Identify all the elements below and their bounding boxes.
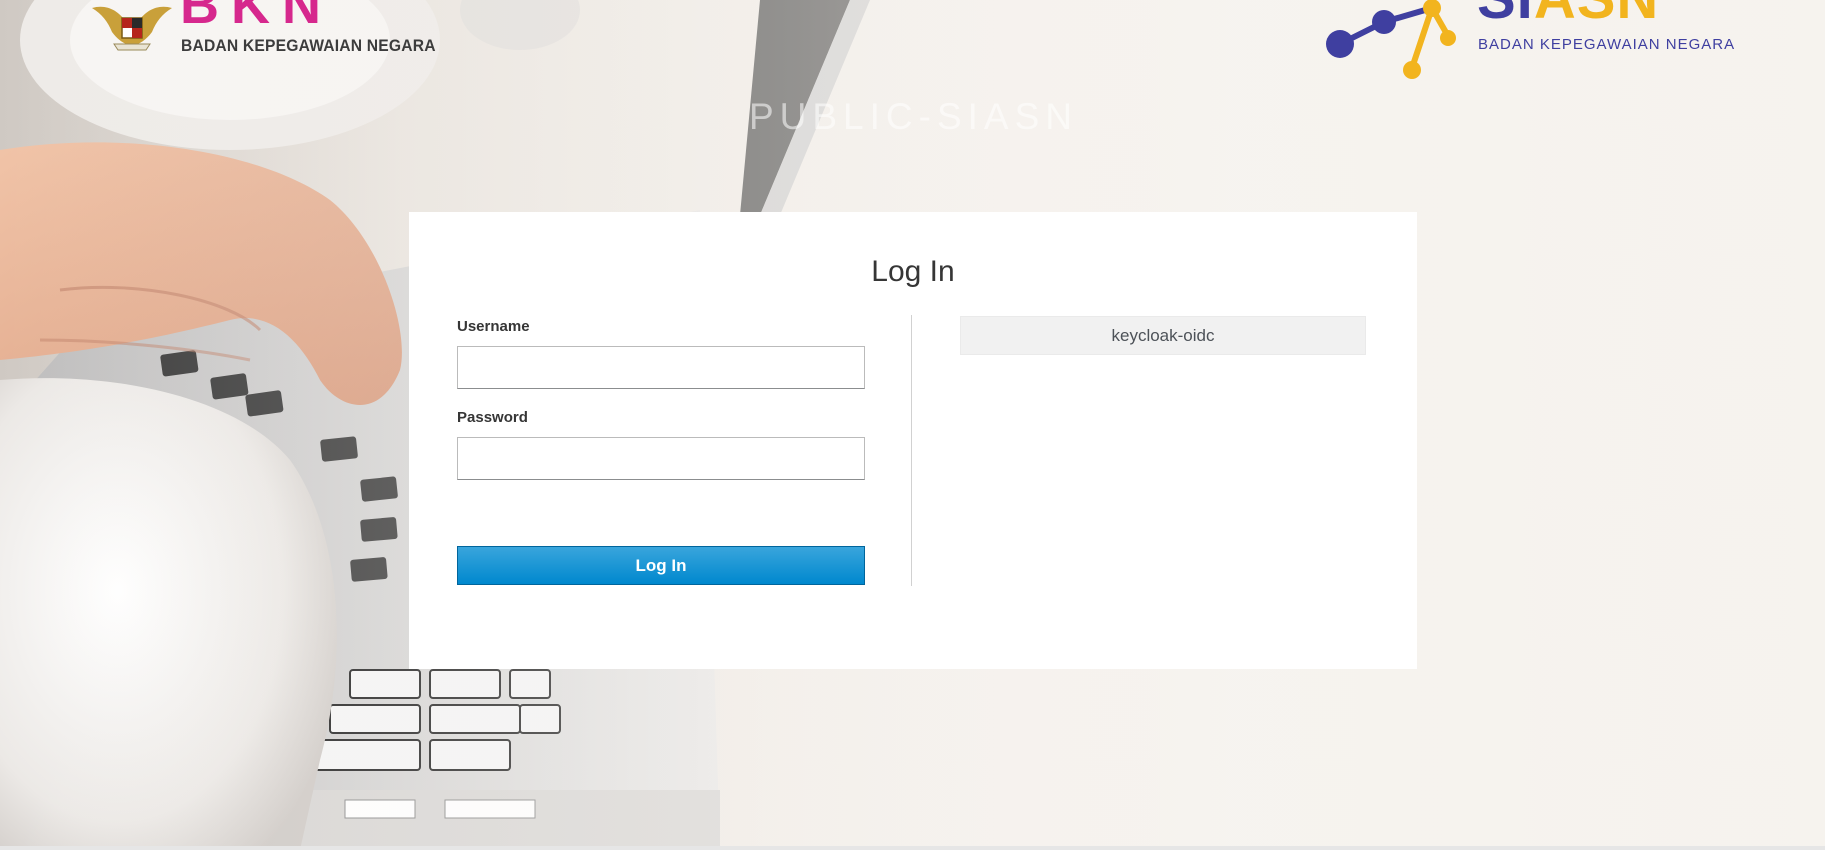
username-input[interactable] xyxy=(457,346,865,389)
bottom-bar xyxy=(0,846,1825,850)
login-page: BKN BADAN KEPEGAWAIAN NEGARA SIASN BADAN… xyxy=(0,0,1825,850)
siasn-logo-word: SIASN xyxy=(1477,0,1659,28)
login-card: Log In Username Password Log In keycloak… xyxy=(409,212,1417,669)
siasn-logo-word-si: SI xyxy=(1477,0,1534,31)
bkn-logo-letters: BKN xyxy=(180,0,333,35)
garuda-emblem-icon xyxy=(92,6,172,51)
username-label: Username xyxy=(457,318,530,335)
password-label: Password xyxy=(457,409,528,426)
bkn-logo-subtitle: BADAN KEPEGAWAIAN NEGARA xyxy=(181,36,436,55)
login-button[interactable]: Log In xyxy=(457,546,865,585)
siasn-logo-word-asn: ASN xyxy=(1534,0,1659,31)
login-title: Log In xyxy=(871,255,955,288)
siasn-logo: SIASN BADAN KEPEGAWAIAN NEGARA xyxy=(1322,0,1742,85)
identity-provider-button[interactable]: keycloak-oidc xyxy=(960,316,1366,355)
molecule-icon xyxy=(1326,0,1456,79)
siasn-logo-subtitle: BADAN KEPEGAWAIAN NEGARA xyxy=(1478,36,1736,53)
bkn-logo: BKN BADAN KEPEGAWAIAN NEGARA xyxy=(88,0,435,60)
password-input[interactable] xyxy=(457,437,865,480)
divider xyxy=(911,315,912,586)
realm-title: PUBLIC-SIASN xyxy=(748,96,1078,137)
